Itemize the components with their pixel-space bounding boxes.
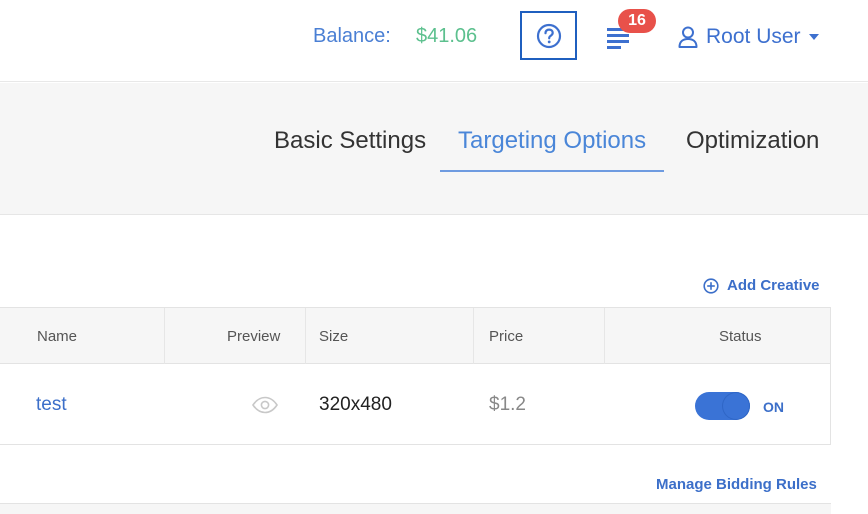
creative-size: 320x480 <box>319 394 392 415</box>
table-row: test 320x480 $1.2 ON <box>0 364 830 444</box>
manage-bidding-rules-link[interactable]: Manage Bidding Rules <box>656 476 817 493</box>
tab-targeting-options[interactable]: Targeting Options <box>440 127 665 172</box>
bidding-table-header <box>0 503 831 514</box>
creatives-table: Name Preview Size Price Status test 320x… <box>0 307 831 445</box>
column-header-preview[interactable]: Preview <box>227 328 280 345</box>
tab-bar: Basic Settings Targeting Options Optimiz… <box>0 83 868 215</box>
tab-basic-settings[interactable]: Basic Settings <box>256 127 444 172</box>
column-divider <box>473 308 474 364</box>
plus-circle-icon <box>703 277 719 294</box>
column-divider <box>305 308 306 364</box>
column-header-size[interactable]: Size <box>319 328 348 345</box>
user-name: Root User <box>706 25 801 48</box>
tab-optimization[interactable]: Optimization <box>668 127 837 172</box>
help-button[interactable] <box>520 11 577 60</box>
user-outline-icon <box>678 26 698 48</box>
question-circle-icon <box>536 23 561 48</box>
column-header-price[interactable]: Price <box>489 328 523 345</box>
add-creative-label: Add Creative <box>727 277 820 294</box>
column-divider <box>164 308 165 364</box>
status-label: ON <box>763 399 784 415</box>
preview-button[interactable] <box>251 396 279 420</box>
column-header-name[interactable]: Name <box>37 328 77 345</box>
add-creative-button[interactable]: Add Creative <box>703 277 820 294</box>
eye-icon <box>252 396 278 414</box>
top-header: Balance: $41.06 16 Root User <box>0 0 868 82</box>
chevron-down-icon <box>808 34 819 40</box>
balance-value: $41.06 <box>416 25 478 47</box>
column-divider <box>604 308 605 364</box>
status-toggle[interactable] <box>695 392 750 420</box>
table-header: Name Preview Size Price Status <box>0 308 830 364</box>
column-header-status[interactable]: Status <box>719 328 762 345</box>
notifications-badge: 16 <box>618 9 656 33</box>
creative-name-link[interactable]: test <box>36 394 67 416</box>
balance-label: Balance: <box>313 25 391 47</box>
user-menu[interactable]: Root User <box>678 22 819 52</box>
toggle-knob <box>723 393 749 419</box>
creative-price: $1.2 <box>489 394 526 415</box>
